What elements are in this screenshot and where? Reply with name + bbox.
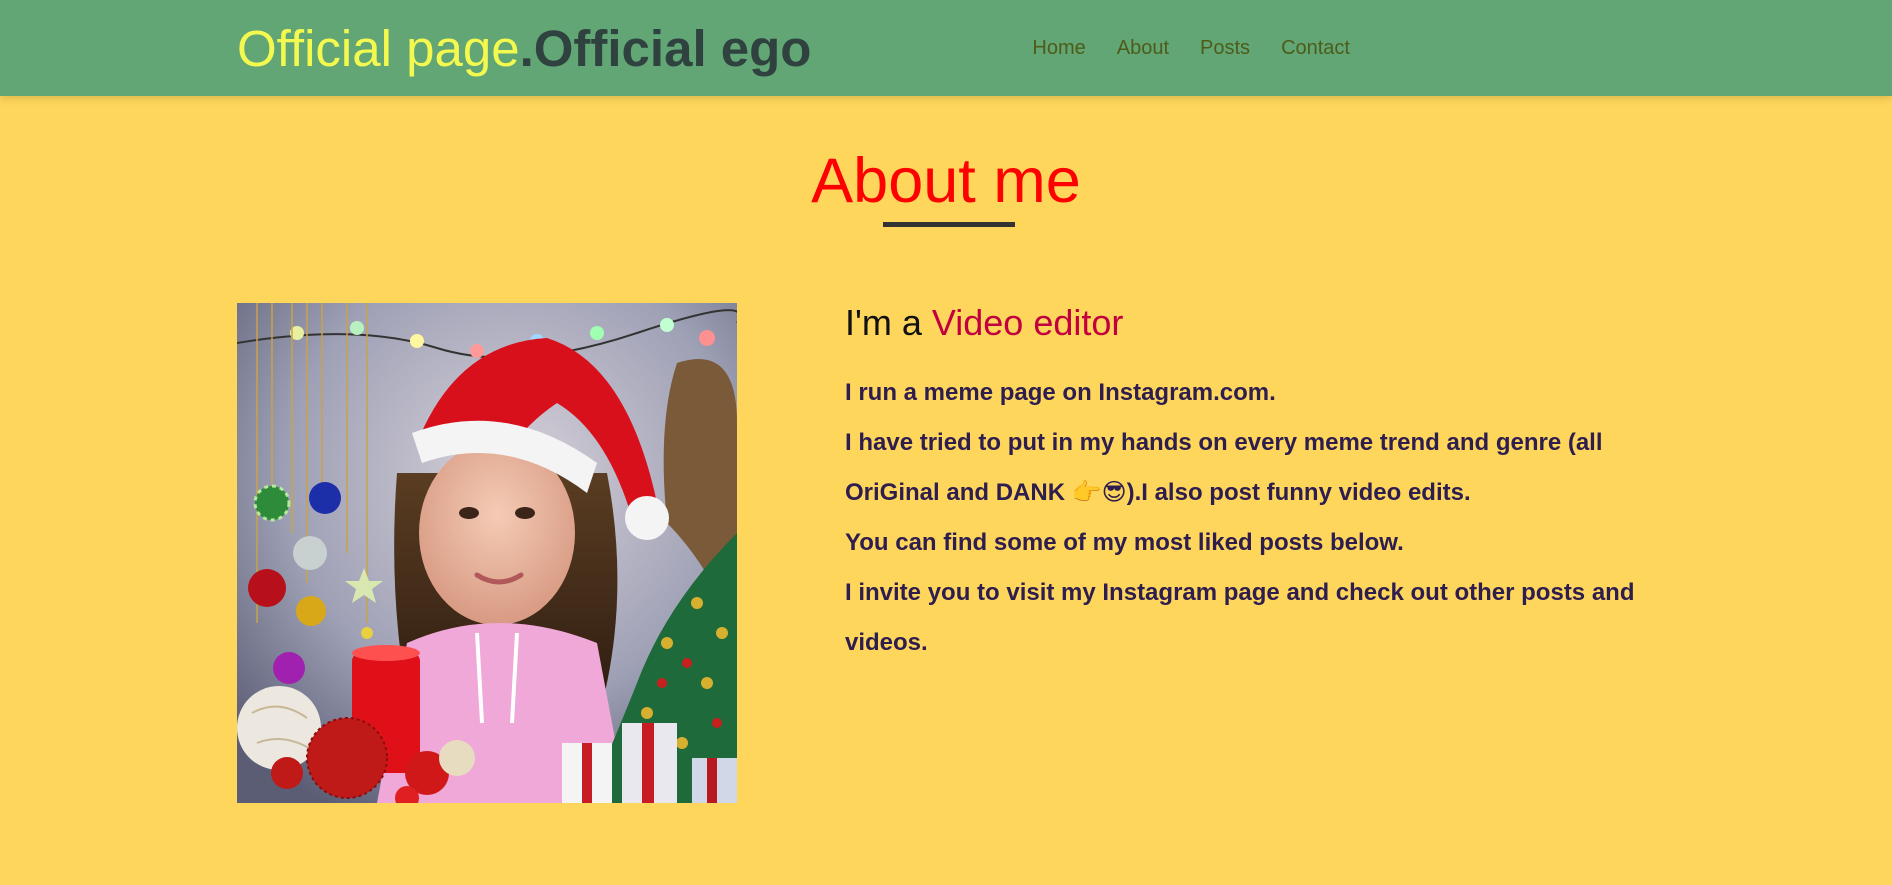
nav-link-contact[interactable]: Contact xyxy=(1281,37,1350,59)
nav-item-about: About xyxy=(1117,37,1169,59)
role-highlight: Video editor xyxy=(931,302,1124,343)
logo-part-1: Official page xyxy=(237,20,520,77)
nav-menu: Home About Posts Contact xyxy=(1032,37,1350,59)
bio-paragraph: I have tried to put in my hands on every… xyxy=(845,429,1603,506)
nav-item-contact: Contact xyxy=(1281,37,1350,59)
nav-link-posts[interactable]: Posts xyxy=(1200,37,1250,59)
nav-item-home: Home xyxy=(1032,37,1085,59)
role-prefix: I'm a xyxy=(845,302,932,343)
profile-photo xyxy=(237,303,737,803)
bio-paragraph: I invite you to visit my Instagram page … xyxy=(845,579,1635,656)
site-logo[interactable]: Official page.Official ego xyxy=(237,20,811,78)
bio-paragraph: You can find some of my most liked posts… xyxy=(845,529,1404,556)
nav-link-home[interactable]: Home xyxy=(1032,37,1085,59)
section-title: About me xyxy=(811,146,1081,216)
role-heading: I'm a Video editor xyxy=(845,300,1665,346)
bio: I run a meme page on Instagram.com. I ha… xyxy=(845,368,1665,668)
profile-photo-illustration xyxy=(237,303,737,803)
about-text: I'm a Video editor I run a meme page on … xyxy=(845,300,1665,668)
bio-paragraph: I run a meme page on Instagram.com. xyxy=(845,379,1276,406)
title-underline xyxy=(883,222,1015,227)
navbar: Official page.Official ego Home About Po… xyxy=(0,0,1892,96)
nav-link-about[interactable]: About xyxy=(1117,37,1169,59)
logo-part-2: .Official ego xyxy=(519,20,812,77)
nav-item-posts: Posts xyxy=(1200,37,1250,59)
